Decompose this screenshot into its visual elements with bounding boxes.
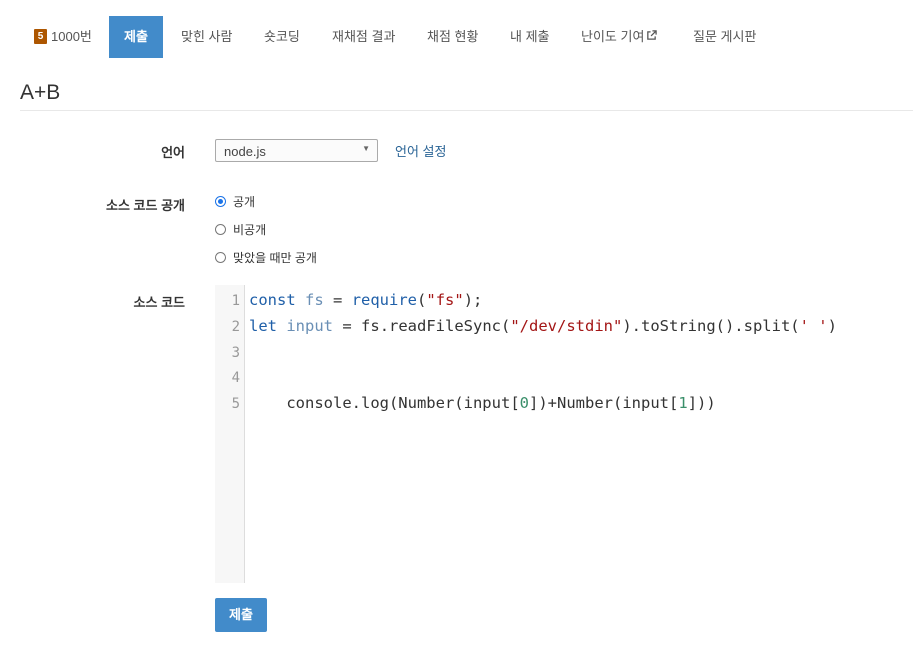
source-code-label: 소스 코드 (133, 295, 185, 310)
line-number: 5 (231, 396, 240, 412)
problem-nav: 5 1000번 제출 맞힌 사람 숏코딩 재채점 결과 채점 현황 내 제출 난이… (0, 16, 913, 58)
radio-icon[interactable] (215, 252, 226, 264)
title-divider (20, 110, 913, 111)
visibility-option-label: 맞았을 때만 공개 (233, 251, 317, 265)
radio-icon[interactable] (215, 224, 226, 236)
line-number: 4 (231, 370, 240, 386)
tab-submit[interactable]: 제출 (109, 16, 163, 58)
line-number-gutter: 1 2 3 4 5 (215, 285, 245, 583)
visibility-label: 소스 코드 공개 (106, 198, 185, 213)
tier-badge: 5 (34, 29, 47, 45)
line-number: 3 (231, 345, 240, 361)
code-line: let input = fs.readFileSync("/dev/stdin"… (249, 317, 837, 335)
language-select[interactable]: node.js ▼ (215, 139, 378, 162)
radio-checked-icon[interactable] (215, 196, 226, 208)
problem-number-link[interactable]: 5 1000번 (34, 16, 92, 58)
chevron-down-icon: ▼ (362, 144, 370, 153)
page-title: A+B (20, 81, 61, 104)
visibility-option-label: 비공개 (233, 223, 267, 237)
visibility-option-accepted-only[interactable]: 맞았을 때만 공개 (215, 250, 317, 266)
language-label: 언어 (161, 145, 185, 160)
visibility-option-public[interactable]: 공개 (215, 194, 255, 210)
tab-solved-users[interactable]: 맞힌 사람 (181, 16, 232, 58)
tab-rejudge-results[interactable]: 재채점 결과 (332, 16, 395, 58)
tab-difficulty-label: 난이도 기여 (581, 29, 645, 44)
line-number: 2 (231, 319, 240, 335)
tab-difficulty-contribution[interactable]: 난이도 기여 (581, 16, 658, 58)
visibility-option-private[interactable]: 비공개 (215, 222, 266, 238)
external-link-icon (647, 30, 658, 40)
code-editor[interactable]: 1 2 3 4 5 const fs = require("fs"); let … (215, 285, 913, 583)
language-settings-link[interactable]: 언어 설정 (395, 141, 446, 160)
language-selected-value: node.js (224, 144, 266, 159)
tab-my-submissions[interactable]: 내 제출 (510, 16, 550, 58)
tab-judge-status[interactable]: 채점 현황 (427, 16, 478, 58)
code-line: const fs = require("fs"); (249, 291, 483, 309)
code-line: console.log(Number(input[0])+Number(inpu… (249, 394, 716, 412)
line-number: 1 (231, 293, 240, 309)
problem-number: 1000번 (51, 29, 92, 44)
submit-button[interactable]: 제출 (215, 598, 267, 632)
visibility-option-label: 공개 (233, 195, 256, 209)
tab-question-board[interactable]: 질문 게시판 (693, 16, 756, 58)
tab-short-coding[interactable]: 숏코딩 (264, 16, 300, 58)
